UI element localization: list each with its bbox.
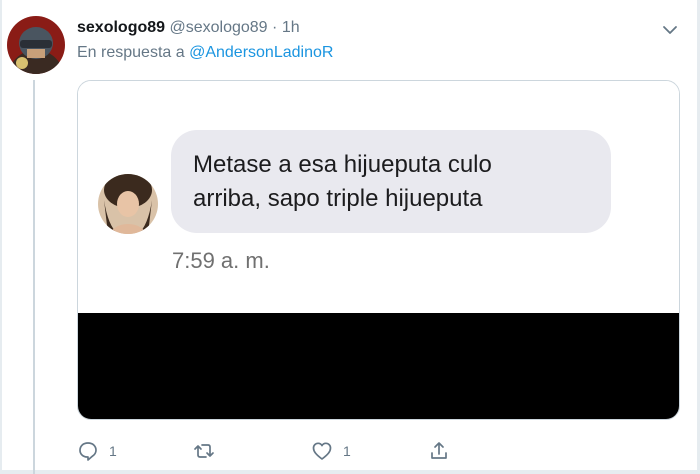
retweet-button[interactable] — [192, 438, 216, 464]
share-button[interactable] — [428, 438, 450, 464]
frame-border-bottom — [0, 470, 700, 474]
tweet-media-image[interactable]: Metase a esa hijueputa culo arriba, sapo… — [77, 80, 680, 420]
reply-icon — [77, 440, 99, 462]
tweet-actions: 1 1 — [0, 438, 700, 464]
message-line-1: Metase a esa hijueputa culo — [193, 151, 492, 178]
message-bubble: Metase a esa hijueputa culo arriba, sapo… — [171, 130, 611, 233]
tweet-time[interactable]: 1h — [282, 19, 300, 36]
reply-button[interactable]: 1 — [77, 438, 117, 464]
display-name[interactable]: sexologo89 — [77, 19, 165, 36]
retweet-icon — [192, 440, 216, 462]
like-count: 1 — [343, 443, 351, 459]
reply-count: 1 — [109, 443, 117, 459]
user-handle[interactable]: @sexologo89 — [169, 19, 267, 36]
chat-avatar — [98, 174, 158, 234]
tweet-header: sexologo89 @sexologo89 · 1h — [77, 19, 300, 37]
redacted-area — [78, 313, 679, 419]
reply-prefix: En respuesta a — [77, 44, 185, 61]
thread-line — [33, 80, 35, 474]
heart-icon — [311, 440, 333, 462]
chat-screenshot: Metase a esa hijueputa culo arriba, sapo… — [78, 81, 679, 313]
author-avatar[interactable] — [7, 16, 65, 74]
message-timestamp: 7:59 a. m. — [172, 248, 270, 273]
chevron-down-icon[interactable] — [660, 20, 680, 40]
message-line-2: arriba, sapo triple hijueputa — [193, 185, 483, 212]
separator-dot: · — [272, 19, 278, 36]
frame-border-left — [0, 0, 2, 474]
share-icon — [428, 440, 450, 462]
like-button[interactable]: 1 — [311, 438, 351, 464]
reply-user-link[interactable]: @AndersonLadinoR — [189, 44, 333, 61]
reply-context: En respuesta a @AndersonLadinoR — [77, 44, 333, 62]
